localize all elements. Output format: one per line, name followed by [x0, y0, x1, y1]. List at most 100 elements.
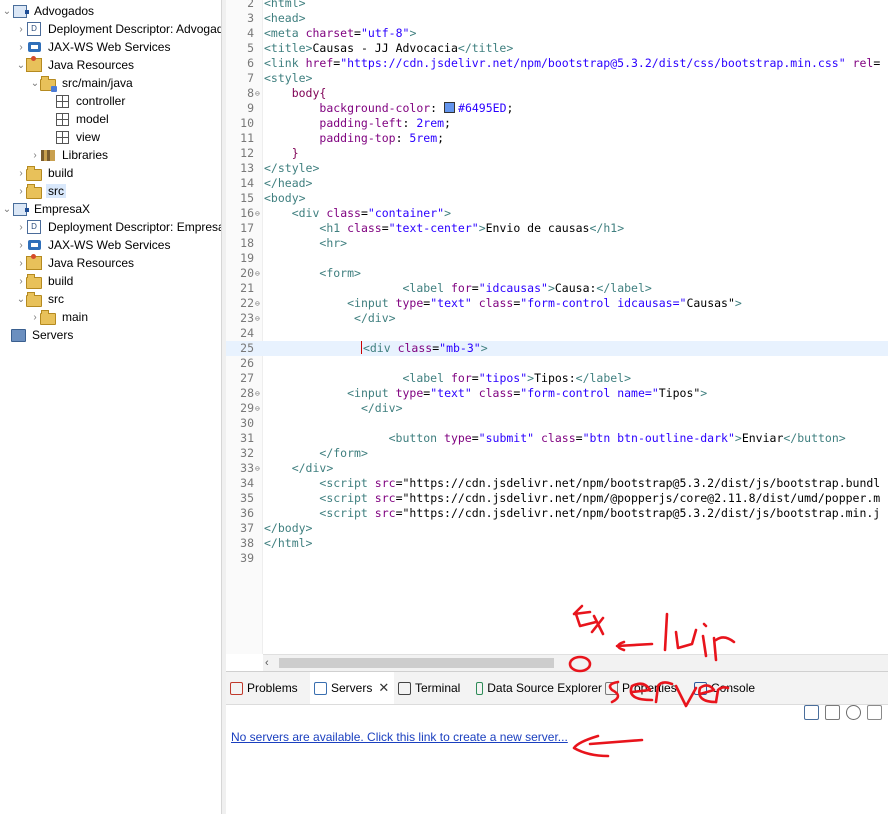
chevron-right-icon[interactable]: ›: [16, 182, 26, 200]
tab-properties[interactable]: Properties: [601, 672, 691, 704]
tab-problems[interactable]: Problems: [226, 672, 310, 704]
profile-icon[interactable]: [867, 705, 882, 720]
code-line[interactable]: 29 ⊖ </div>: [226, 401, 888, 416]
code-line[interactable]: 27 <label for="tipos">Tipos:</label>: [226, 371, 888, 386]
tree-item[interactable]: view: [0, 128, 221, 146]
fold-toggle-icon[interactable]: ⊖: [255, 461, 260, 476]
code-line[interactable]: 16 ⊖ <div class="container">: [226, 206, 888, 221]
tree-item[interactable]: ⌄ src/main/java: [0, 74, 221, 92]
code-line[interactable]: 36 <script src="https://cdn.jsdelivr.net…: [226, 506, 888, 521]
line-number: 39: [240, 551, 254, 565]
create-server-link[interactable]: No servers are available. Click this lin…: [231, 730, 568, 744]
chevron-right-icon[interactable]: ›: [30, 308, 40, 326]
chevron-down-icon[interactable]: ⌄: [16, 290, 26, 308]
tree-item[interactable]: › Libraries: [0, 146, 221, 164]
scroll-left-icon[interactable]: ‹: [265, 655, 269, 671]
code-line[interactable]: 23 ⊖ </div>: [226, 311, 888, 326]
code-line[interactable]: 30: [226, 416, 888, 431]
tab-servers[interactable]: Servers ✕: [310, 672, 394, 704]
code-line[interactable]: 8 ⊖ body{: [226, 86, 888, 101]
tree-item[interactable]: ⌄ Advogados: [0, 2, 221, 20]
chevron-down-icon[interactable]: ⌄: [2, 2, 12, 20]
tree-item[interactable]: › src: [0, 182, 221, 200]
collapse-icon[interactable]: [804, 705, 819, 720]
tree-item[interactable]: › build: [0, 164, 221, 182]
tree-item[interactable]: › D Deployment Descriptor: EmpresaX: [0, 218, 221, 236]
code-line[interactable]: 10 padding-left: 2rem;: [226, 116, 888, 131]
chevron-down-icon[interactable]: ⌄: [2, 200, 12, 218]
fold-toggle-icon[interactable]: ⊖: [255, 266, 260, 281]
code-line[interactable]: 21 <label for="idcausas">Causa:</label>: [226, 281, 888, 296]
code-line[interactable]: 39: [226, 551, 888, 566]
chevron-right-icon[interactable]: ›: [16, 236, 26, 254]
start-icon[interactable]: [846, 705, 861, 720]
tree-item[interactable]: › JAX-WS Web Services: [0, 38, 221, 56]
code-editor[interactable]: 2 <html> 3 <head> 4 <meta charset="utf-8"> 5 <t…: [226, 0, 888, 654]
code-line[interactable]: 28 ⊖ <input type="text" class="form-contr…: [226, 386, 888, 401]
code-line[interactable]: 7 <style>: [226, 71, 888, 86]
code-line[interactable]: 5 <title>Causas - JJ Advocacia</title>: [226, 41, 888, 56]
tree-item[interactable]: model: [0, 110, 221, 128]
chevron-right-icon[interactable]: ›: [16, 38, 26, 56]
code-line[interactable]: 37 </body>: [226, 521, 888, 536]
chevron-down-icon[interactable]: ⌄: [16, 56, 26, 74]
fold-toggle-icon[interactable]: ⊖: [255, 86, 260, 101]
code-line[interactable]: 33 ⊖ </div>: [226, 461, 888, 476]
fold-toggle-icon[interactable]: ⊖: [255, 311, 260, 326]
fold-toggle-icon[interactable]: ⊖: [255, 401, 260, 416]
fold-toggle-icon[interactable]: ⊖: [255, 386, 260, 401]
tree-item[interactable]: Servers: [0, 326, 221, 344]
tab-console[interactable]: Console: [690, 672, 770, 704]
code-line[interactable]: 31 <button type="submit" class="btn btn-…: [226, 431, 888, 446]
fold-toggle-icon[interactable]: ⊖: [255, 296, 260, 311]
chevron-right-icon[interactable]: ›: [16, 272, 26, 290]
tree-item[interactable]: › Java Resources: [0, 254, 221, 272]
tree-item[interactable]: ⌄ src: [0, 290, 221, 308]
code-line[interactable]: 34 <script src="https://cdn.jsdelivr.net…: [226, 476, 888, 491]
tab-data-source-explorer[interactable]: Data Source Explorer: [472, 672, 602, 704]
code-line[interactable]: 14 </head>: [226, 176, 888, 191]
tree-item[interactable]: controller: [0, 92, 221, 110]
code-line[interactable]: 24: [226, 326, 888, 341]
project-explorer: ⌄ Advogados › D Deployment Descriptor: Advog…: [0, 0, 221, 814]
tab-terminal[interactable]: Terminal: [394, 672, 472, 704]
editor-horizontal-scrollbar[interactable]: ‹: [263, 654, 888, 671]
scrollbar-thumb[interactable]: [279, 658, 554, 668]
code-line[interactable]: 32 </form>: [226, 446, 888, 461]
code-line[interactable]: 4 <meta charset="utf-8">: [226, 26, 888, 41]
chevron-right-icon[interactable]: ›: [16, 20, 26, 38]
debug-icon[interactable]: [825, 705, 840, 720]
code-line[interactable]: 26: [226, 356, 888, 371]
code-line[interactable]: 20 ⊖ <form>: [226, 266, 888, 281]
code-line[interactable]: 22 ⊖ <input type="text" class="form-contr…: [226, 296, 888, 311]
tree-item[interactable]: ⌄ Java Resources: [0, 56, 221, 74]
chevron-right-icon[interactable]: ›: [16, 218, 26, 236]
tree-item[interactable]: › D Deployment Descriptor: Advogados: [0, 20, 221, 38]
tree-item[interactable]: › build: [0, 272, 221, 290]
code-line[interactable]: 3 <head>: [226, 11, 888, 26]
tree-item[interactable]: ⌄ EmpresaX: [0, 200, 221, 218]
code-line[interactable]: 35 <script src="https://cdn.jsdelivr.net…: [226, 491, 888, 506]
chevron-right-icon[interactable]: ›: [30, 146, 40, 164]
code-line[interactable]: 2 <html>: [226, 0, 888, 11]
chevron-down-icon[interactable]: ⌄: [30, 74, 40, 92]
code-line[interactable]: 25 <div class="mb-3">: [226, 341, 888, 356]
code-line[interactable]: 38 </html>: [226, 536, 888, 551]
code-line[interactable]: 6 <link href="https://cdn.jsdelivr.net/np…: [226, 56, 888, 71]
chevron-right-icon[interactable]: ›: [16, 164, 26, 182]
code-line[interactable]: 13 </style>: [226, 161, 888, 176]
code-line[interactable]: 11 padding-top: 5rem;: [226, 131, 888, 146]
tree-item-label: Deployment Descriptor: EmpresaX: [48, 220, 221, 234]
tree-item[interactable]: › main: [0, 308, 221, 326]
code-line[interactable]: 15 <body>: [226, 191, 888, 206]
close-icon[interactable]: ✕: [378, 680, 389, 696]
fold-toggle-icon[interactable]: ⊖: [255, 206, 260, 221]
deployment-descriptor-icon: D: [26, 219, 42, 235]
code-line[interactable]: 17 <h1 class="text-center">Envio de caus…: [226, 221, 888, 236]
tree-item[interactable]: › JAX-WS Web Services: [0, 236, 221, 254]
code-line[interactable]: 19: [226, 251, 888, 266]
chevron-right-icon[interactable]: ›: [16, 254, 26, 272]
code-line[interactable]: 12 }: [226, 146, 888, 161]
code-line[interactable]: 18 <hr>: [226, 236, 888, 251]
code-line[interactable]: 9 background-color: #6495ED;: [226, 101, 888, 116]
